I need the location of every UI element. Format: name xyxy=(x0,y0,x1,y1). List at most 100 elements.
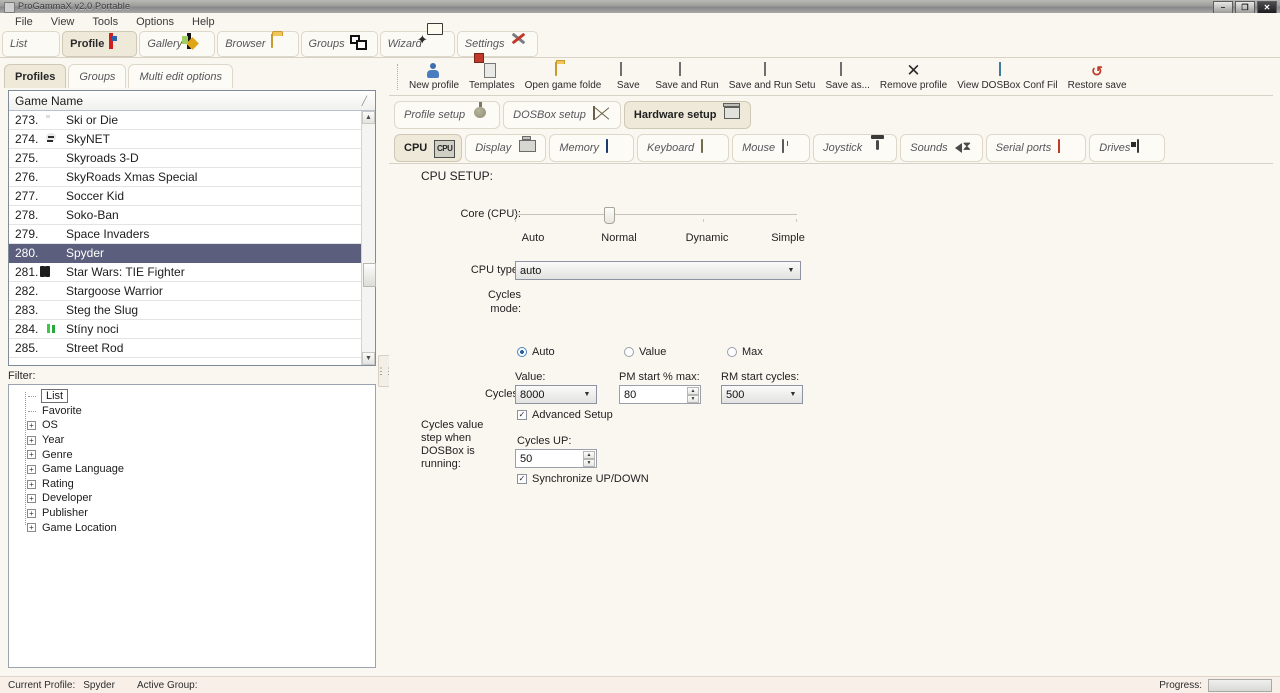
filter-node-os[interactable]: + OS xyxy=(27,418,375,433)
filter-node-developer[interactable]: + Developer xyxy=(27,491,375,506)
remove-profile-button[interactable]: ✕ Remove profile xyxy=(875,60,952,94)
nav-gallery-label: Gallery xyxy=(147,37,183,50)
tab-cpu[interactable]: CPU CPU xyxy=(394,133,463,162)
table-row[interactable]: 277. Soccer Kid xyxy=(9,187,361,206)
save-as-button[interactable]: Save as... xyxy=(820,60,874,94)
radio-cycles-value[interactable]: Value xyxy=(624,346,666,358)
save-and-run-icon xyxy=(679,61,695,79)
cycles-value-select[interactable]: 8000 ▼ xyxy=(515,385,597,404)
synchronize-updown-checkbox[interactable]: ✓ Synchronize UP/DOWN xyxy=(517,473,649,485)
tab-keyboard[interactable]: Keyboard xyxy=(637,133,730,162)
new-profile-button[interactable]: New profile xyxy=(404,60,464,94)
cpu-type-select[interactable]: auto ▼ xyxy=(515,261,801,280)
nav-button-settings[interactable]: Settings xyxy=(456,30,538,57)
tab-serial-ports[interactable]: Serial ports xyxy=(985,133,1087,162)
tab-drives[interactable]: Drives xyxy=(1089,133,1166,162)
radio-cycles-auto[interactable]: Auto xyxy=(517,346,555,358)
table-row[interactable]: 281. Star Wars: TIE Fighter xyxy=(9,263,361,282)
pm-start-stepper[interactable]: ▲ ▼ xyxy=(687,387,699,403)
filter-node-genre[interactable]: + Genre xyxy=(27,447,375,462)
menu-options[interactable]: Options xyxy=(127,15,183,29)
spin-up-icon[interactable]: ▲ xyxy=(583,451,595,459)
expand-icon[interactable]: + xyxy=(27,523,36,533)
expand-icon[interactable]: + xyxy=(27,464,36,474)
menu-tools[interactable]: Tools xyxy=(83,15,127,29)
table-row[interactable]: 285. Street Rod xyxy=(9,339,361,358)
expand-icon[interactable]: + xyxy=(27,494,36,504)
radio-cycles-max[interactable]: Max xyxy=(727,346,763,358)
cycles-up-stepper[interactable]: ▲ ▼ xyxy=(583,451,595,467)
tab-hardware-setup[interactable]: Hardware setup xyxy=(623,101,752,129)
expand-icon[interactable]: + xyxy=(27,508,36,518)
chevron-down-icon[interactable]: ▼ xyxy=(784,264,798,277)
table-row[interactable]: 274. SkyNET xyxy=(9,130,361,149)
tab-groups[interactable]: Groups xyxy=(68,64,127,88)
pm-start-input[interactable]: 80 ▲ ▼ xyxy=(619,385,701,404)
chevron-down-icon[interactable]: ▼ xyxy=(786,388,800,401)
expand-icon[interactable]: + xyxy=(27,479,36,489)
open-game-folder-button[interactable]: Open game folde xyxy=(520,60,607,94)
spin-down-icon[interactable]: ▼ xyxy=(583,459,595,467)
tab-display[interactable]: Display xyxy=(465,133,547,162)
tab-profiles[interactable]: Profiles xyxy=(4,64,67,88)
scroll-down-icon[interactable]: ▼ xyxy=(362,352,375,365)
restore-save-button[interactable]: ↺ Restore save xyxy=(1063,60,1132,94)
menu-view[interactable]: View xyxy=(42,15,84,29)
chevron-down-icon[interactable]: ▼ xyxy=(580,388,594,401)
table-row[interactable]: 276. SkyRoads Xmas Special xyxy=(9,168,361,187)
nav-button-list[interactable]: List xyxy=(2,30,61,57)
slider-thumb[interactable] xyxy=(604,207,615,224)
nav-button-wizard[interactable]: Wizard xyxy=(379,30,455,57)
filter-node-publisher[interactable]: + Publisher xyxy=(27,506,375,521)
save-and-run-button[interactable]: Save and Run xyxy=(650,60,723,94)
hardware-tabs: CPU CPU Display Memory Keyboard Mouse Jo… xyxy=(389,132,1273,164)
tab-memory[interactable]: Memory xyxy=(549,133,635,162)
table-row[interactable]: 279. Space Invaders xyxy=(9,225,361,244)
menu-help[interactable]: Help xyxy=(183,15,224,29)
game-list-header[interactable]: Game Name ╱ xyxy=(9,91,375,111)
tab-multi-edit-options[interactable]: Multi edit options xyxy=(128,64,233,88)
rm-start-select[interactable]: 500 ▼ xyxy=(721,385,803,404)
save-and-run-setup-button[interactable]: Save and Run Setu xyxy=(724,60,821,94)
tab-dosbox-setup[interactable]: DOSBox setup xyxy=(503,101,621,129)
filter-node-rating[interactable]: + Rating xyxy=(27,477,375,492)
templates-button[interactable]: Templates xyxy=(464,60,520,94)
table-row[interactable]: 284. Stíny noci xyxy=(9,320,361,339)
filter-node-favorite[interactable]: Favorite xyxy=(27,404,375,419)
advanced-setup-checkbox[interactable]: ✓ Advanced Setup xyxy=(517,409,613,421)
tab-mouse[interactable]: Mouse xyxy=(732,133,811,162)
table-row[interactable]: 275. Skyroads 3-D xyxy=(9,149,361,168)
table-row[interactable]: 278. Soko-Ban xyxy=(9,206,361,225)
menu-file[interactable]: File xyxy=(6,15,42,29)
restore-save-icon: ↺ xyxy=(1091,62,1103,79)
table-row[interactable]: 273. Ski or Die xyxy=(9,111,361,130)
game-list-scrollbar[interactable]: ▲ ▼ xyxy=(361,111,376,365)
nav-button-browser[interactable]: Browser xyxy=(217,30,299,57)
filter-node-label: OS xyxy=(42,419,58,432)
view-dosbox-conf-button[interactable]: View DOSBox Conf Fil xyxy=(952,60,1062,94)
spin-up-icon[interactable]: ▲ xyxy=(687,387,699,395)
expand-icon[interactable]: + xyxy=(27,450,36,460)
scroll-up-icon[interactable]: ▲ xyxy=(362,111,375,124)
tab-sounds[interactable]: Sounds xyxy=(900,133,983,162)
filter-node-game-language[interactable]: + Game Language xyxy=(27,462,375,477)
save-button[interactable]: Save xyxy=(606,60,650,94)
spin-down-icon[interactable]: ▼ xyxy=(687,395,699,403)
tab-joystick[interactable]: Joystick xyxy=(813,133,898,162)
filter-node-year[interactable]: + Year xyxy=(27,433,375,448)
expand-icon[interactable]: + xyxy=(27,421,36,431)
table-row[interactable]: 283. Steg the Slug xyxy=(9,301,361,320)
table-row-selected[interactable]: 280. Spyder xyxy=(9,244,361,263)
nav-button-groups[interactable]: Groups xyxy=(300,30,378,57)
core-cpu-slider[interactable] xyxy=(515,207,797,224)
table-row[interactable]: 282. Stargoose Warrior xyxy=(9,282,361,301)
tab-profile-setup[interactable]: Profile setup xyxy=(394,101,501,129)
expand-icon[interactable]: + xyxy=(27,435,36,445)
filter-node-list[interactable]: List xyxy=(27,389,375,404)
cycles-up-input[interactable]: 50 ▲ ▼ xyxy=(515,449,597,468)
scrollbar-thumb[interactable] xyxy=(363,263,376,287)
nav-button-gallery[interactable]: Gallery xyxy=(139,30,216,57)
nav-button-profile[interactable]: Profile xyxy=(62,30,138,57)
filter-node-game-location[interactable]: + Game Location xyxy=(27,520,375,535)
nav-list-label: List xyxy=(10,37,28,50)
